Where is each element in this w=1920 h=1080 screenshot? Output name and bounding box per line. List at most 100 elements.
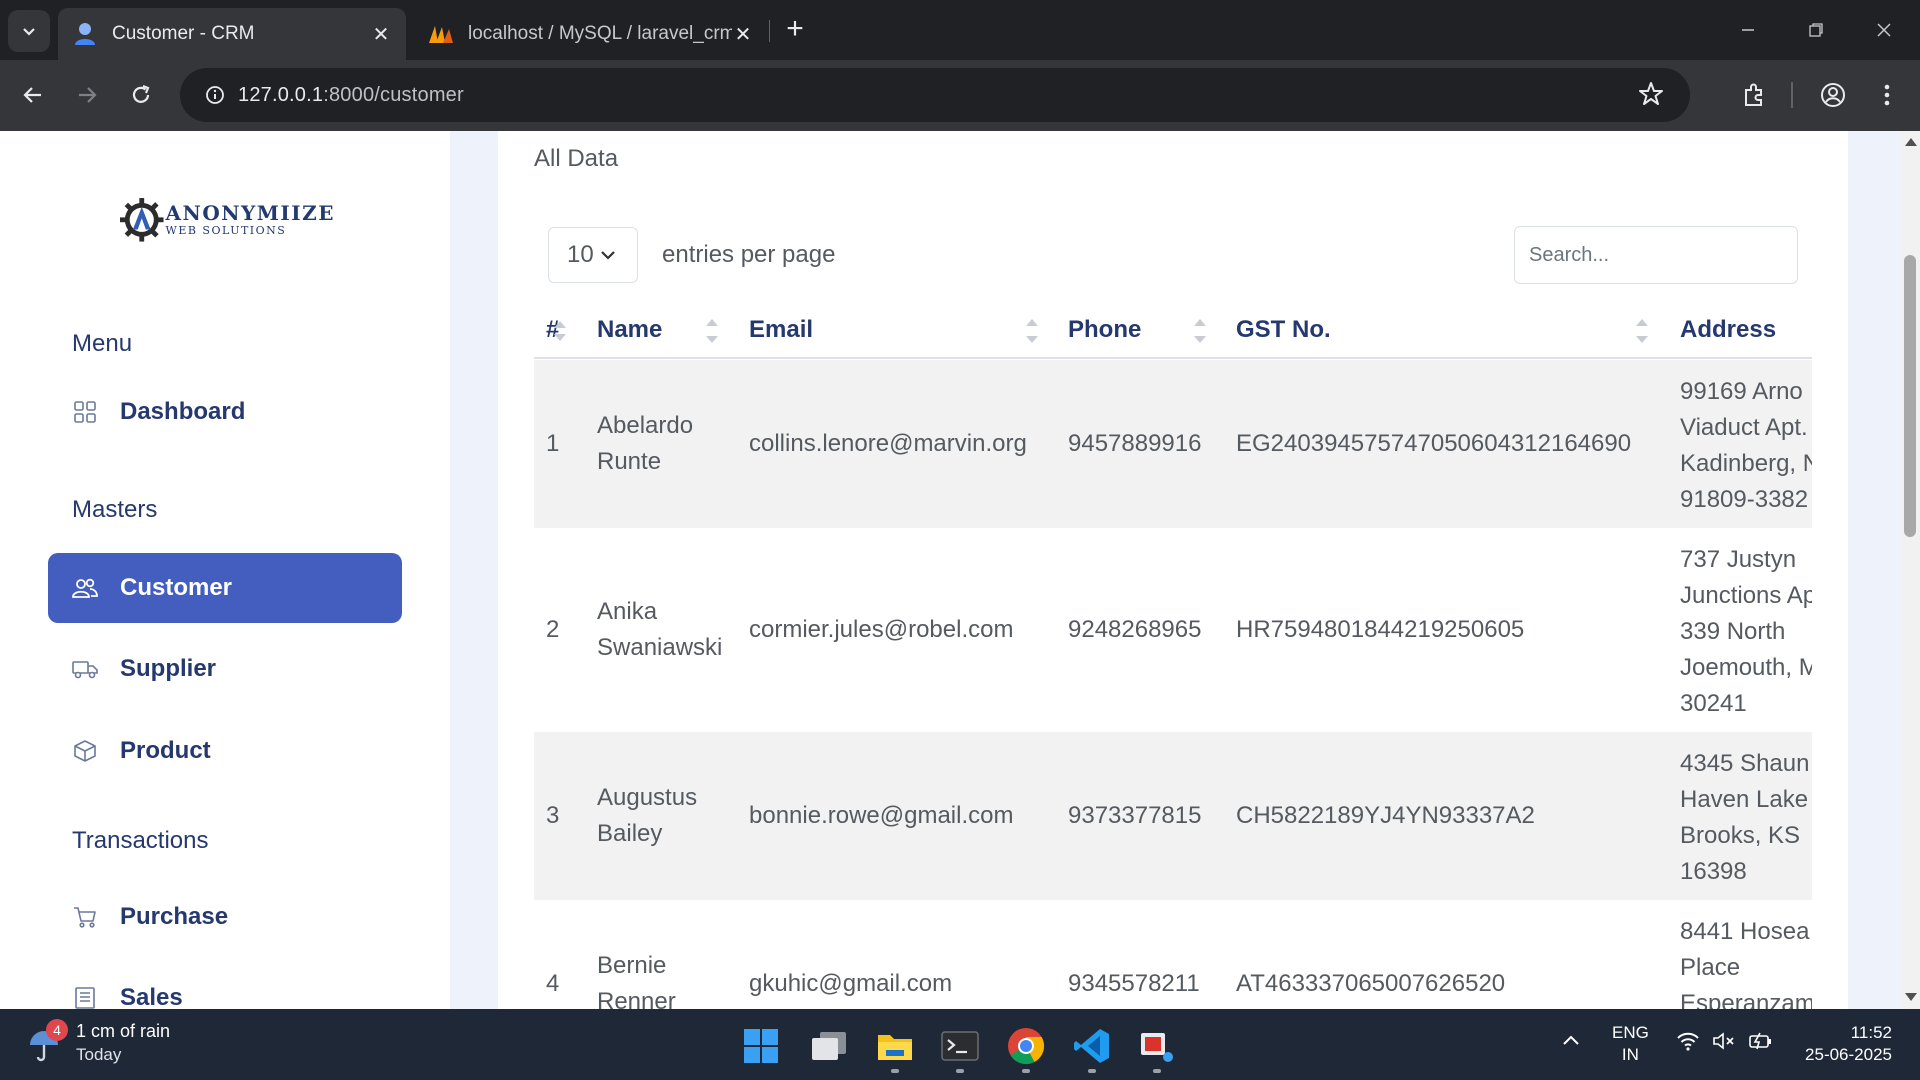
company-logo[interactable]: ANONYMIIZE WEB SOLUTIONS: [120, 189, 335, 249]
sidebar-item-supplier[interactable]: Supplier: [48, 634, 402, 704]
language-indicator[interactable]: ENG IN: [1612, 1022, 1649, 1066]
data-table-card: All Data 10 entries per page # Name Emai…: [498, 131, 1848, 1009]
vscode-app[interactable]: [1069, 1023, 1115, 1073]
cell-number: 4: [546, 970, 560, 997]
chrome-icon: [1008, 1028, 1045, 1065]
cell-address: 737 Justyn Junctions Ap 339 North Joemouth,…: [1680, 546, 1812, 717]
weather-widget[interactable]: 4 1 cm of rain Today: [26, 1019, 170, 1065]
sidebar-item-product[interactable]: Product: [48, 716, 402, 786]
sort-icon[interactable]: [1026, 319, 1038, 343]
browser-menu-button[interactable]: [1866, 74, 1908, 116]
umbrella-rain-icon: 4: [26, 1019, 68, 1063]
tab-title: localhost / MySQL / laravel_crm: [468, 23, 732, 44]
browser-tab-bar: Customer - CRM ✕ localhost / MySQL / lar…: [0, 0, 1920, 60]
restore-button[interactable]: [1788, 10, 1844, 50]
running-indicator: [1153, 1069, 1161, 1073]
close-tab-icon[interactable]: ✕: [370, 23, 392, 46]
table-row[interactable]: 4 Bernie Renner gkuhic@gmail.com 93455782…: [534, 900, 1812, 1009]
close-window-button[interactable]: [1856, 10, 1912, 50]
close-tab-icon[interactable]: ✕: [732, 23, 754, 46]
per-page-value: 10: [567, 241, 594, 268]
address-bar[interactable]: 127.0.0.1:8000/customer: [180, 68, 1690, 122]
snipping-tool-app[interactable]: [1134, 1023, 1180, 1073]
reload-button[interactable]: [120, 74, 162, 116]
tab-divider: [769, 20, 770, 42]
show-hidden-icons-button[interactable]: [1562, 1033, 1580, 1052]
cell-number: 2: [546, 616, 560, 643]
column-header-phone[interactable]: Phone: [1068, 301, 1141, 359]
column-header-email[interactable]: Email: [749, 301, 813, 359]
new-tab-button[interactable]: +: [778, 12, 812, 48]
running-indicator: [1088, 1069, 1096, 1073]
minimize-button[interactable]: [1720, 10, 1776, 50]
minimize-icon: [1742, 29, 1754, 31]
site-info-icon[interactable]: [192, 85, 238, 105]
cell-name: Anika Swaniawski: [597, 598, 723, 661]
cell-phone: 9248268965: [1068, 616, 1202, 643]
sidebar-item-purchase[interactable]: Purchase: [48, 882, 402, 952]
sidebar-item-label: Purchase: [120, 903, 229, 930]
weather-badge: 4: [46, 1019, 68, 1041]
volume-muted-icon[interactable]: [1712, 1031, 1736, 1056]
terminal-app[interactable]: [937, 1023, 983, 1073]
terminal-icon: [941, 1031, 979, 1061]
sidebar-item-label: Customer: [120, 574, 233, 601]
task-view-button[interactable]: [806, 1023, 852, 1069]
running-indicator: [956, 1069, 964, 1073]
battery-charging-icon[interactable]: [1748, 1031, 1774, 1056]
start-button[interactable]: [738, 1023, 784, 1069]
sidebar-item-customer[interactable]: Customer: [48, 553, 402, 623]
column-header-gst[interactable]: GST No.: [1236, 301, 1331, 359]
scroll-down-arrow-icon[interactable]: [1905, 993, 1917, 1001]
cell-phone: 9345578211: [1068, 970, 1200, 997]
sort-icon[interactable]: [554, 321, 566, 341]
customer-table: # Name Email Phone GST No. Address 1 Abe…: [534, 301, 1812, 1009]
back-button[interactable]: [12, 74, 54, 116]
sidebar-item-label: Sales: [120, 984, 183, 1009]
sort-icon[interactable]: [1636, 319, 1648, 343]
sort-icon[interactable]: [706, 319, 718, 343]
cell-email: collins.lenore@marvin.org: [749, 430, 1027, 457]
sidebar-item-label: Supplier: [120, 655, 217, 682]
tab-customer-crm[interactable]: Customer - CRM ✕: [58, 8, 406, 60]
url-text: 127.0.0.1:8000/customer: [238, 83, 464, 106]
sidebar-item-sales[interactable]: Sales: [48, 963, 402, 1009]
logo-wordmark: ANONYMIIZE: [165, 200, 335, 225]
cell-gst: EG2403945757470506043121646​90: [1236, 430, 1632, 457]
tab-phpmyadmin[interactable]: localhost / MySQL / laravel_crm ✕: [414, 8, 768, 60]
sidebar-item-dashboard[interactable]: Dashboard: [48, 377, 402, 447]
table-row[interactable]: 1 Abelardo Runte collins.lenore@marvin.or…: [534, 360, 1812, 528]
sidebar: ANONYMIIZE WEB SOLUTIONS Menu Dashboard …: [0, 131, 450, 1009]
arrow-right-icon: [79, 87, 97, 103]
scrollbar-thumb[interactable]: [1904, 255, 1916, 537]
wifi-icon[interactable]: [1676, 1031, 1700, 1056]
file-explorer-app[interactable]: [872, 1023, 918, 1073]
table-row[interactable]: 2 Anika Swaniawski cormier.jules@robel.co…: [534, 528, 1812, 732]
restore-icon: [1809, 23, 1823, 37]
forward-button[interactable]: [66, 74, 108, 116]
column-header-address[interactable]: Address: [1680, 301, 1776, 359]
entries-per-page-label: entries per page: [662, 241, 836, 268]
entries-per-page-select[interactable]: 10: [548, 227, 638, 283]
table-row[interactable]: 3 Augustus Bailey bonnie.rowe@gmail.com 9…: [534, 732, 1812, 900]
cell-number: 3: [546, 802, 560, 829]
sort-icon[interactable]: [1194, 319, 1206, 343]
cell-name: Abelardo Runte: [597, 412, 694, 475]
extensions-button[interactable]: [1733, 74, 1775, 116]
phpmyadmin-favicon-icon: [428, 21, 454, 47]
more-vertical-icon: [1884, 84, 1890, 106]
chrome-app[interactable]: [1003, 1023, 1049, 1073]
system-clock[interactable]: 11:52 25-06-2025: [1796, 1022, 1892, 1066]
cell-name: Augustus Bailey: [597, 784, 698, 847]
tab-search-button[interactable]: [8, 10, 50, 52]
search-input[interactable]: [1514, 226, 1798, 284]
task-view-icon: [812, 1032, 846, 1060]
scroll-up-arrow-icon[interactable]: [1905, 138, 1917, 146]
cell-name: Bernie Renner: [597, 952, 676, 1009]
profile-button[interactable]: [1812, 74, 1854, 116]
cell-address: 8441 Hosea Place Esperanzam: [1680, 918, 1812, 1009]
chevron-down-icon: [600, 251, 615, 260]
column-header-name[interactable]: Name: [597, 301, 662, 359]
truck-icon: [72, 656, 98, 682]
bookmark-star-icon[interactable]: [1638, 81, 1664, 112]
